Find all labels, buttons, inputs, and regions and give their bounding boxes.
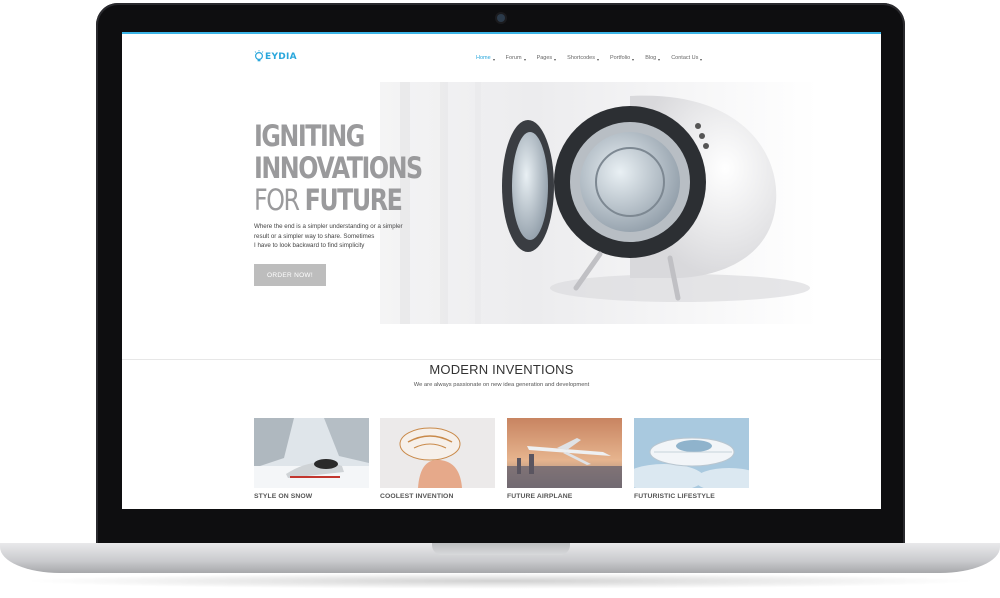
nav-item-portfolio[interactable]: Portfolio bbox=[610, 55, 635, 61]
logo-text: EYDIA bbox=[265, 52, 297, 62]
caret-down-icon bbox=[597, 59, 599, 61]
caret-down-icon bbox=[700, 59, 703, 61]
hero-title-line2: INNOVATIONS bbox=[254, 151, 423, 185]
caret-down-icon bbox=[492, 59, 495, 61]
card-title[interactable]: FUTURE AIRPLANE bbox=[507, 493, 622, 500]
webcam-icon bbox=[497, 14, 505, 22]
nav-item-home[interactable]: Home bbox=[476, 55, 495, 61]
caret-down-icon bbox=[658, 59, 661, 61]
caret-down-icon bbox=[632, 59, 635, 61]
nav-item-shortcodes[interactable]: Shortcodes bbox=[567, 55, 599, 61]
nav-item-pages[interactable]: Pages bbox=[537, 55, 557, 61]
card-coolest-invention[interactable]: COOLEST INVENTION bbox=[380, 418, 495, 500]
hero-title-line3: FOR FUTURE bbox=[254, 183, 403, 217]
caret-down-icon bbox=[554, 59, 557, 61]
card-futuristic-lifestyle[interactable]: FUTURISTIC LIFESTYLE bbox=[634, 418, 749, 500]
nav-item-contact[interactable]: Contact Us bbox=[671, 55, 703, 61]
card-title[interactable]: FUTURISTIC LIFESTYLE bbox=[634, 493, 749, 500]
nav-item-forum[interactable]: Forum bbox=[506, 55, 526, 61]
section-subtitle: We are always passionate on new idea gen… bbox=[413, 382, 590, 388]
section-divider bbox=[122, 359, 881, 360]
airship-image[interactable] bbox=[634, 418, 749, 488]
site-logo[interactable]: EYDIA bbox=[254, 50, 297, 64]
caret-down-icon bbox=[523, 59, 526, 61]
nav-item-blog[interactable]: Blog bbox=[645, 55, 661, 61]
card-style-on-snow[interactable]: STYLE ON SNOW bbox=[254, 418, 369, 500]
hero-title: IGNITING INNOVATIONS FOR FUTURE bbox=[254, 119, 423, 217]
hero-description: Where the end is a simpler understanding… bbox=[254, 223, 403, 250]
hero-washing-machine-image bbox=[380, 82, 818, 324]
snow-vehicle-image[interactable] bbox=[254, 418, 369, 488]
section-title: MODERN INVENTIONS bbox=[429, 362, 574, 377]
website-screen: EYDIA Home Forum Pages Shortcodes Portfo… bbox=[122, 32, 881, 509]
laptop-frame: EYDIA Home Forum Pages Shortcodes Portfo… bbox=[0, 0, 1000, 598]
card-future-airplane[interactable]: FUTURE AIRPLANE bbox=[507, 418, 622, 500]
laptop-shadow bbox=[20, 573, 980, 589]
hero-title-line1: IGNITING bbox=[254, 119, 365, 153]
order-now-button[interactable]: ORDER NOW! bbox=[254, 264, 326, 286]
card-title[interactable]: STYLE ON SNOW bbox=[254, 493, 369, 500]
main-nav: Home Forum Pages Shortcodes Portfolio Bl… bbox=[476, 55, 713, 61]
lightbulb-icon bbox=[254, 50, 264, 64]
airplane-image[interactable] bbox=[507, 418, 622, 488]
contact-lens-image[interactable] bbox=[380, 418, 495, 488]
accent-top-line bbox=[122, 32, 881, 34]
card-title[interactable]: COOLEST INVENTION bbox=[380, 493, 495, 500]
laptop-notch bbox=[432, 543, 570, 555]
